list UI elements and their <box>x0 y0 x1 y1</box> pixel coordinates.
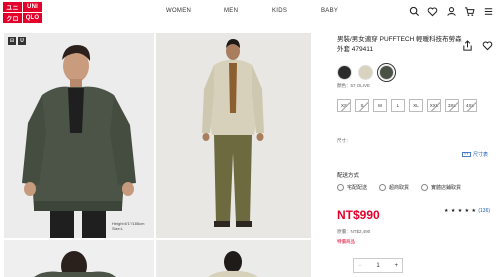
rating-stars: ★ ★ ★ ★ ★ <box>444 208 477 214</box>
size-option[interactable]: M <box>373 99 387 112</box>
size-label: 尺寸： <box>337 138 351 143</box>
selected-color-label: 顏色：57 OLIVE <box>337 83 371 88</box>
limited-badge: 特價商品 <box>337 239 355 244</box>
size-options: XS S M L XL XXL 3XL 4XL <box>337 99 487 112</box>
product-image-detail-2[interactable] <box>156 240 311 277</box>
badge-u: U <box>18 37 26 45</box>
qty-minus-button[interactable]: − <box>358 263 362 269</box>
size-option[interactable]: 4XL <box>463 99 477 112</box>
badge-box-icon: ⊡ <box>8 37 16 45</box>
qty-plus-button[interactable]: + <box>394 263 398 269</box>
model-beige-jacket-illustration <box>156 33 311 238</box>
search-icon[interactable] <box>409 6 420 17</box>
menu-icon[interactable] <box>483 6 494 17</box>
radio-icon <box>421 184 429 191</box>
rating[interactable]: ★ ★ ★ ★ ★ (136) <box>444 208 490 214</box>
sale-price: NT$990 <box>337 208 380 222</box>
delivery-option-label: 超商取貨 <box>389 185 410 191</box>
uniqlo-logo[interactable]: ユニ UNI クロ QLO <box>3 2 42 23</box>
color-swatch-black[interactable] <box>337 65 352 80</box>
model-detail-illustration <box>4 240 154 277</box>
site-header: ユニ UNI クロ QLO WOMEN MEN KIDS BABY <box>0 0 500 25</box>
rating-count: (136) <box>478 208 491 214</box>
delivery-option-shop-pickup[interactable]: 實體店鋪取貨 <box>421 184 461 191</box>
quantity-stepper: − 1 + <box>353 258 403 273</box>
size-chart-link[interactable]: 尺寸表 <box>462 151 488 158</box>
logo-block: ユニ <box>3 2 22 12</box>
logo-block: UNI <box>23 2 42 12</box>
size-chart-label: 尺寸表 <box>473 152 489 158</box>
color-swatch-beige[interactable] <box>358 65 373 80</box>
nav-men[interactable]: MEN <box>224 8 238 14</box>
delivery-option-label: 實體店鋪取貨 <box>431 185 462 191</box>
size-option[interactable]: 3XL <box>445 99 459 112</box>
nav-baby[interactable]: BABY <box>321 8 338 14</box>
qty-value[interactable]: 1 <box>376 263 379 269</box>
logo-block: QLO <box>23 13 42 23</box>
product-info-panel: 男裝/男女適穿 PUFFTECH 輕暖科技布勞森外套 479411 顏色：57 … <box>333 25 500 277</box>
heart-icon[interactable] <box>427 6 438 17</box>
user-icon[interactable] <box>446 6 457 17</box>
delivery-title: 配送方式 <box>337 173 360 179</box>
size-option[interactable]: L <box>391 99 405 112</box>
color-swatch-olive[interactable] <box>377 63 396 82</box>
color-swatches <box>337 63 396 82</box>
delivery-options: 宅配配送 超商取貨 實體店鋪取貨 <box>337 184 461 191</box>
nav-women[interactable]: WOMEN <box>166 8 191 14</box>
favorite-heart-icon[interactable] <box>482 38 493 51</box>
radio-icon <box>379 184 387 191</box>
logo-block: クロ <box>3 13 22 23</box>
model-detail-illustration <box>156 240 311 277</box>
product-image-full[interactable] <box>156 33 311 238</box>
original-price: 原價：NT$2,490 <box>337 229 371 234</box>
product-image-detail-1[interactable] <box>4 240 154 277</box>
ruler-icon <box>462 152 471 157</box>
delivery-option-label: 宅配配送 <box>347 185 368 191</box>
product-title: 男裝/男女適穿 PUFFTECH 輕暖科技布勞森外套 479411 <box>337 36 462 53</box>
delivery-option-home[interactable]: 宅配配送 <box>337 184 367 191</box>
radio-icon <box>337 184 344 191</box>
size-option[interactable]: XXL <box>427 99 441 112</box>
share-icon[interactable] <box>462 38 473 51</box>
size-option[interactable]: S <box>355 99 369 112</box>
product-image-front[interactable]: ⊡ U Height:6'1"/185cm Size:L <box>4 33 154 238</box>
model-olive-jacket-illustration <box>4 33 154 238</box>
size-option[interactable]: XL <box>409 99 423 112</box>
image-badges: ⊡ U <box>8 37 26 45</box>
size-option[interactable]: XS <box>337 99 351 112</box>
nav-kids[interactable]: KIDS <box>272 8 287 14</box>
model-height-note: Height:6'1"/185cm Size:L <box>112 221 145 231</box>
cart-icon[interactable] <box>464 6 475 17</box>
delivery-option-store-pickup[interactable]: 超商取貨 <box>379 184 409 191</box>
